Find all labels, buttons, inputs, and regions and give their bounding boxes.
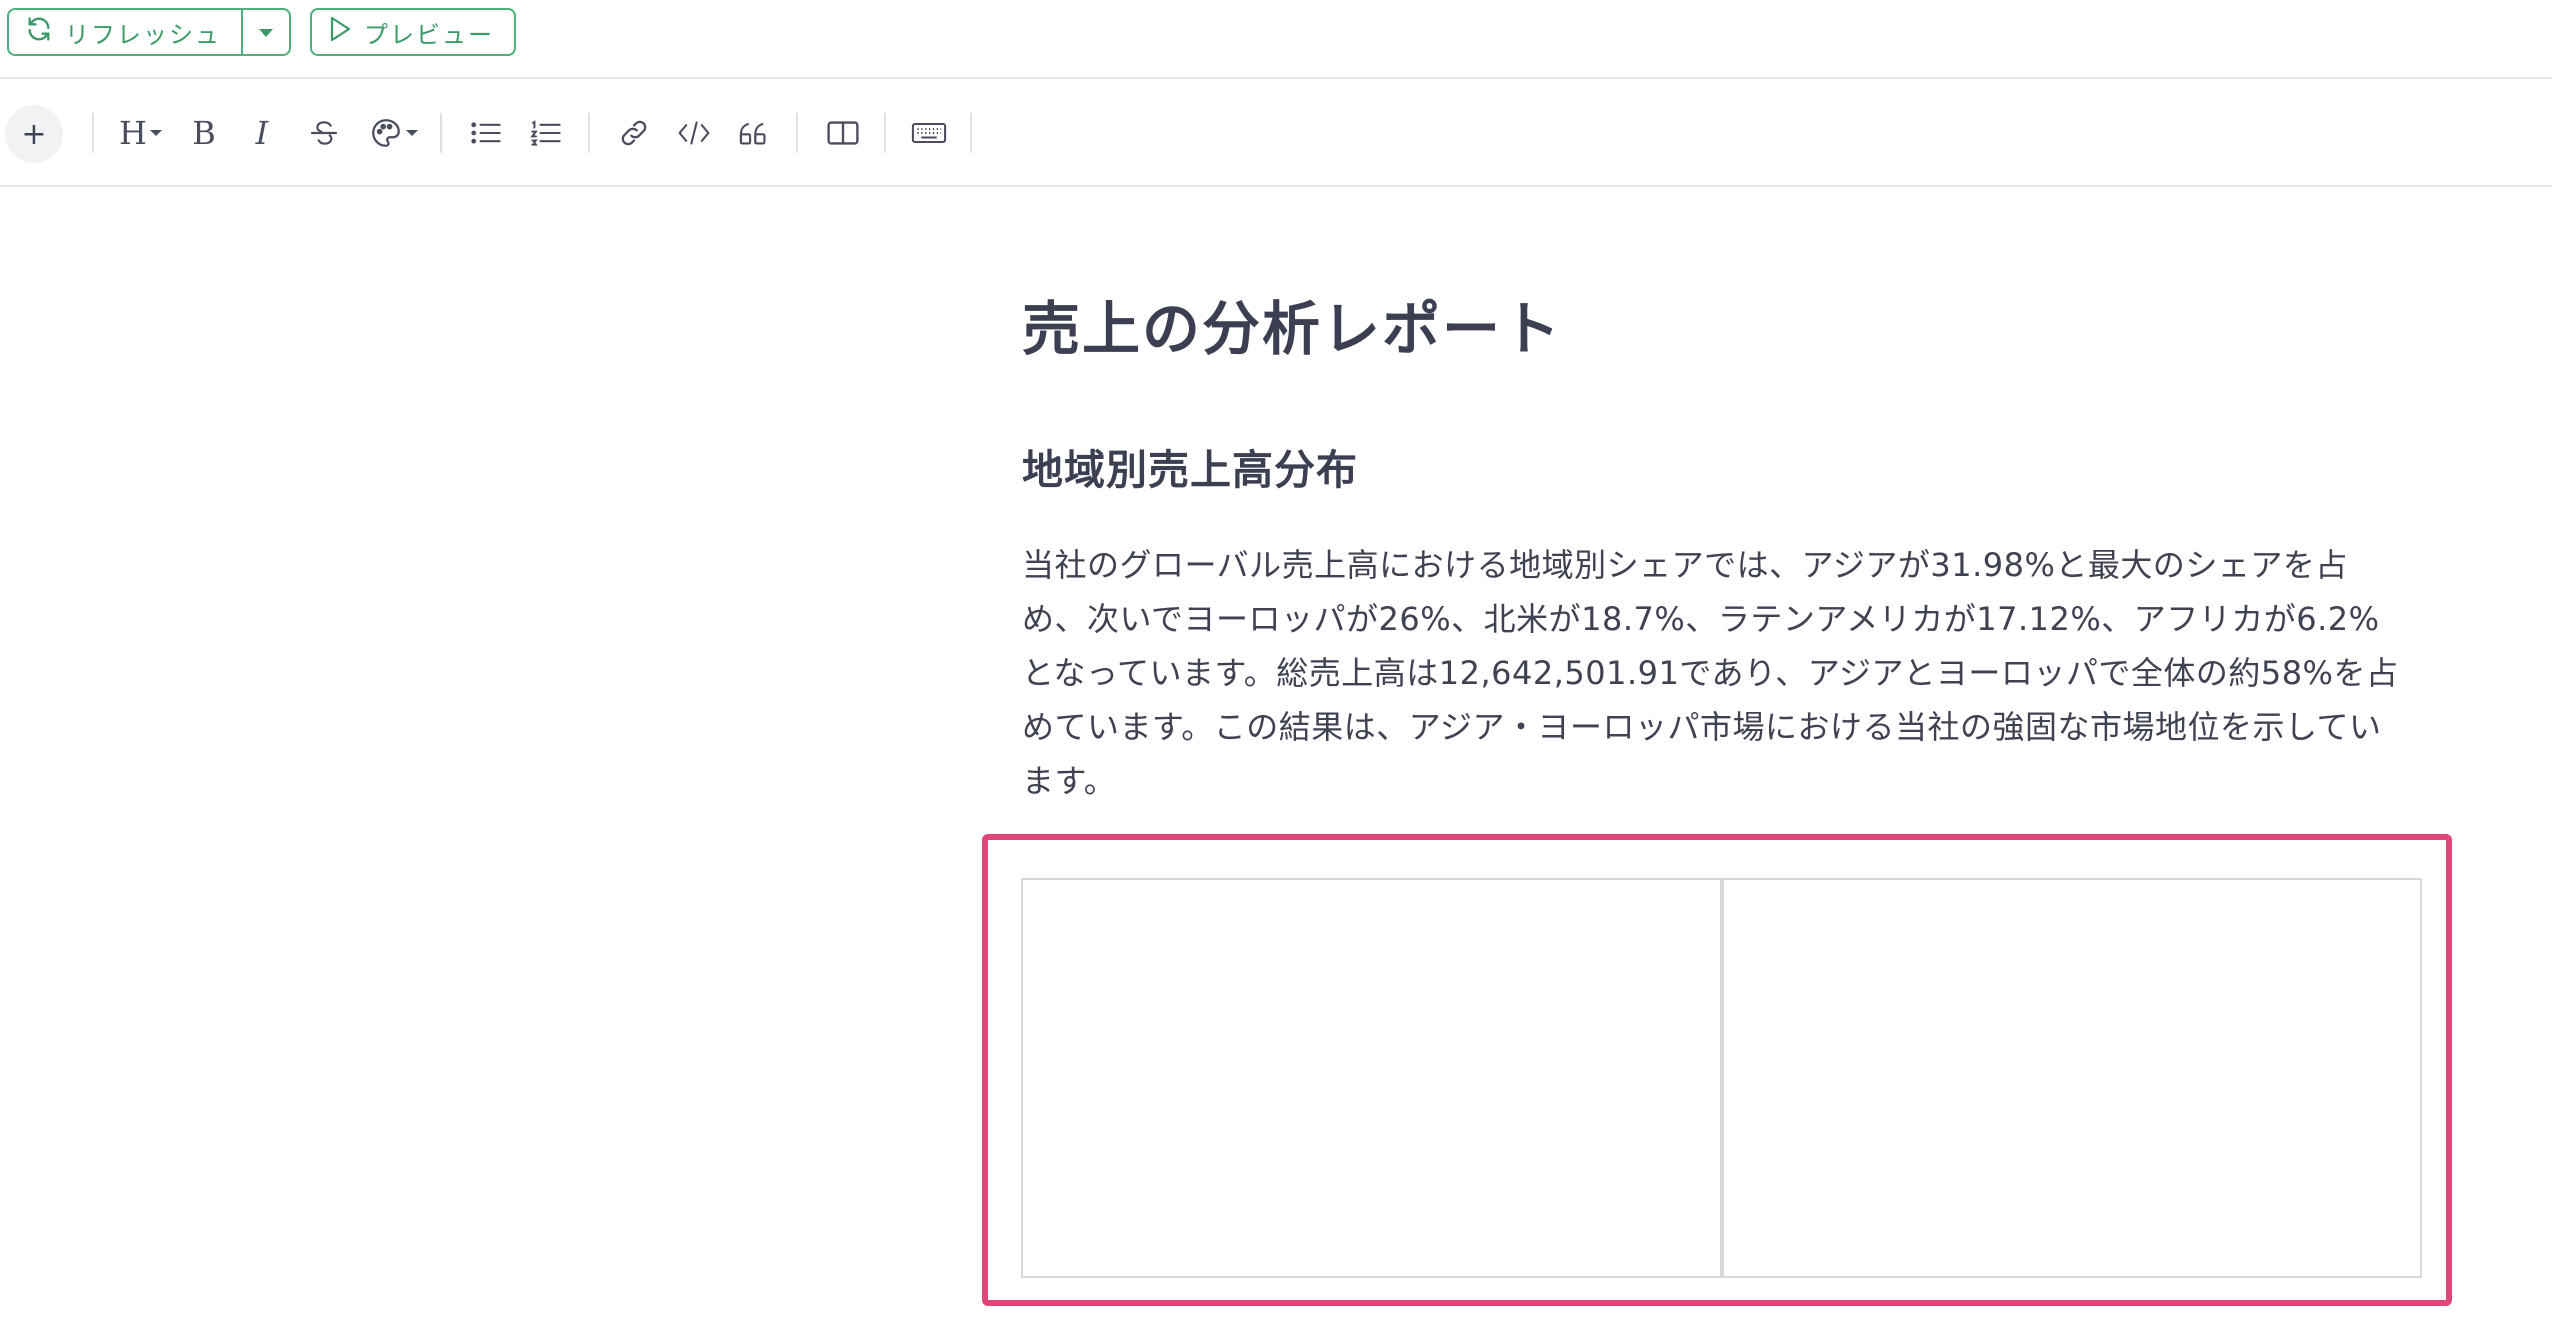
numbered-list-icon: [529, 118, 563, 148]
italic-button[interactable]: I: [244, 109, 280, 157]
refresh-dropdown-button[interactable]: [243, 10, 289, 54]
add-block-button[interactable]: +: [5, 105, 63, 163]
toolbar-separator: [884, 113, 886, 153]
strikethrough-icon: [308, 117, 340, 149]
italic-icon: I: [255, 114, 269, 152]
bullet-list-icon: [469, 118, 503, 148]
paragraph[interactable]: 当社のグローバル売上高における地域別シェアでは、アジアが31.98%と最大のシェ…: [1022, 538, 2412, 808]
columns-button[interactable]: [820, 109, 866, 157]
heading-button[interactable]: H: [114, 109, 168, 157]
toolbar-separator: [796, 113, 798, 153]
code-button[interactable]: [672, 109, 716, 157]
columns-icon: [826, 118, 860, 148]
refresh-button-group: リフレッシュ: [7, 8, 291, 56]
text-color-button[interactable]: [364, 109, 424, 157]
bullet-list-button[interactable]: [464, 109, 508, 157]
page-title[interactable]: 売上の分析レポート: [1022, 282, 1562, 366]
code-icon: [677, 118, 711, 148]
palette-icon: [369, 116, 419, 150]
strikethrough-button[interactable]: [304, 109, 344, 157]
column-left[interactable]: [1023, 880, 1720, 1276]
toolbar-separator: [588, 113, 590, 153]
link-button[interactable]: [612, 109, 656, 157]
refresh-label: リフレッシュ: [65, 20, 221, 49]
toolbar-separator: [970, 113, 972, 153]
bold-icon: B: [192, 114, 216, 152]
caret-down-icon: [258, 23, 274, 42]
heading-icon: H: [119, 114, 163, 152]
preview-label: プレビュー: [364, 20, 494, 49]
two-column-block[interactable]: [1021, 878, 2422, 1278]
top-bar: リフレッシュ プレビュー: [0, 0, 2552, 79]
keyboard-icon: [911, 119, 947, 147]
bold-button[interactable]: B: [186, 109, 222, 157]
play-icon: [328, 15, 352, 49]
plus-icon: +: [21, 116, 47, 152]
quote-icon: [737, 118, 771, 148]
toolbar-separator: [440, 113, 442, 153]
refresh-button[interactable]: リフレッシュ: [9, 10, 243, 54]
editor-toolbar: + H B I: [0, 81, 2552, 187]
numbered-list-button[interactable]: [524, 109, 568, 157]
section-heading[interactable]: 地域別売上高分布: [1022, 436, 1358, 496]
keyboard-shortcuts-button[interactable]: [906, 109, 952, 157]
toolbar-separator: [92, 113, 94, 153]
column-right[interactable]: [1719, 880, 2421, 1276]
preview-button[interactable]: プレビュー: [310, 8, 516, 56]
refresh-icon: [25, 15, 53, 49]
link-icon: [618, 117, 650, 149]
quote-button[interactable]: [732, 109, 776, 157]
